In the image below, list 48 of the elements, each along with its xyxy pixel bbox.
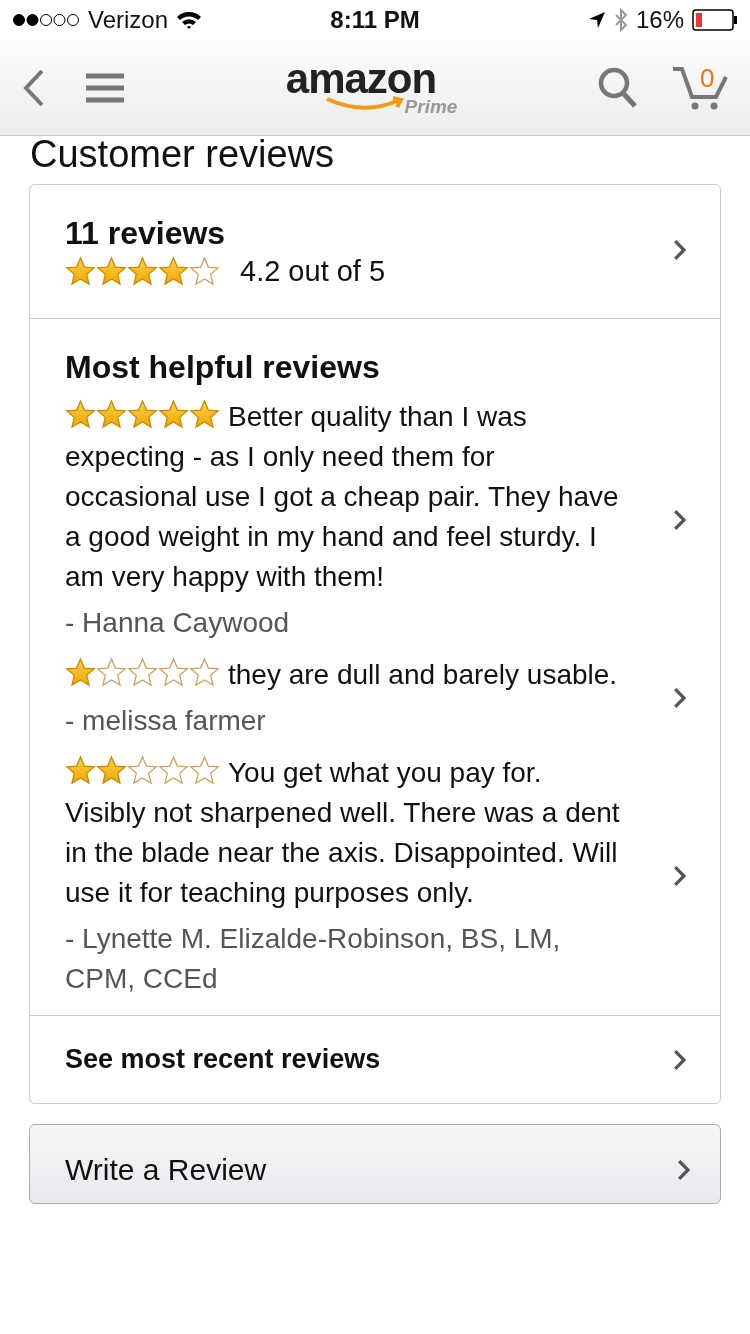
back-icon[interactable] (22, 67, 46, 108)
search-icon[interactable] (598, 66, 638, 109)
chevron-right-icon (672, 865, 686, 887)
filled-star-icon (96, 256, 127, 287)
location-arrow-icon (587, 11, 606, 29)
menu-icon[interactable] (86, 71, 124, 104)
amazon-prime-logo[interactable]: amazon Prime (124, 57, 598, 118)
filled-star-icon (65, 755, 96, 786)
review-count: 11 reviews (65, 214, 227, 253)
battery-percent: 16% (635, 6, 684, 34)
review-item[interactable]: they are dull and barely usable. - melissa farmer (65, 647, 686, 745)
chevron-right-icon (676, 1159, 690, 1181)
review-text: Better quality than I was expecting - as I only need them for occasional use I got a cheap pair. They have a good weight in my hand and feel sturdy. I am very happy with them! (65, 398, 620, 594)
chevron-right-icon (672, 509, 686, 531)
wifi-icon (176, 10, 203, 30)
review-author: - Lynette M. Elizalde-Robinson, BS, LM, CPM, CCEd (65, 922, 562, 996)
smile-arrow-icon (324, 95, 405, 112)
filled-star-icon (65, 657, 96, 688)
status-time: 8:11 PM (330, 6, 420, 34)
review-author: - Hanna Caywood (65, 606, 291, 640)
cart-count: 0 (700, 62, 715, 94)
bluetooth-icon (613, 8, 628, 32)
review-author: - melissa farmer (65, 704, 267, 738)
recent-reviews-link[interactable]: See most recent reviews (65, 1044, 673, 1075)
filled-star-icon (65, 399, 96, 430)
page-title: Customer reviews (29, 132, 336, 177)
average-rating: 4.2 out of 5 (240, 255, 386, 288)
review-item[interactable]: Better quality than I was expecting - as I only need them for occasional use I got a cheap pair. They have a good weight in my hand and feel sturdy. I am very happy with them! - Hanna Caywood (65, 389, 686, 647)
filled-star-icon (127, 399, 158, 430)
filled-star-icon (65, 256, 96, 287)
review-text: they are dull and barely usable. (65, 655, 626, 695)
filled-star-icon (96, 755, 127, 786)
cart-icon (672, 64, 728, 111)
rating-summary[interactable]: 11 reviews 4.2 out of 5 (30, 185, 720, 318)
review-text: You get what you pay for. Visibly not sharpened well. There was a dent in the blade near the axis. Disappointed. Will use it for teaching purposes only. (65, 754, 621, 910)
filled-star-icon (158, 256, 189, 287)
battery-icon (692, 9, 738, 31)
section-heading: Most helpful reviews (65, 348, 381, 387)
signal-icon (12, 13, 80, 27)
filled-star-icon (96, 399, 127, 430)
write-review-button[interactable]: Write a Review (29, 1124, 721, 1204)
filled-star-icon (127, 256, 158, 287)
chevron-right-icon (672, 1048, 686, 1071)
filled-star-icon (158, 399, 189, 430)
filled-star-icon (189, 399, 220, 430)
carrier-name: Verizon (88, 6, 169, 34)
chevron-right-icon (672, 687, 686, 709)
chevron-right-icon (672, 238, 686, 261)
